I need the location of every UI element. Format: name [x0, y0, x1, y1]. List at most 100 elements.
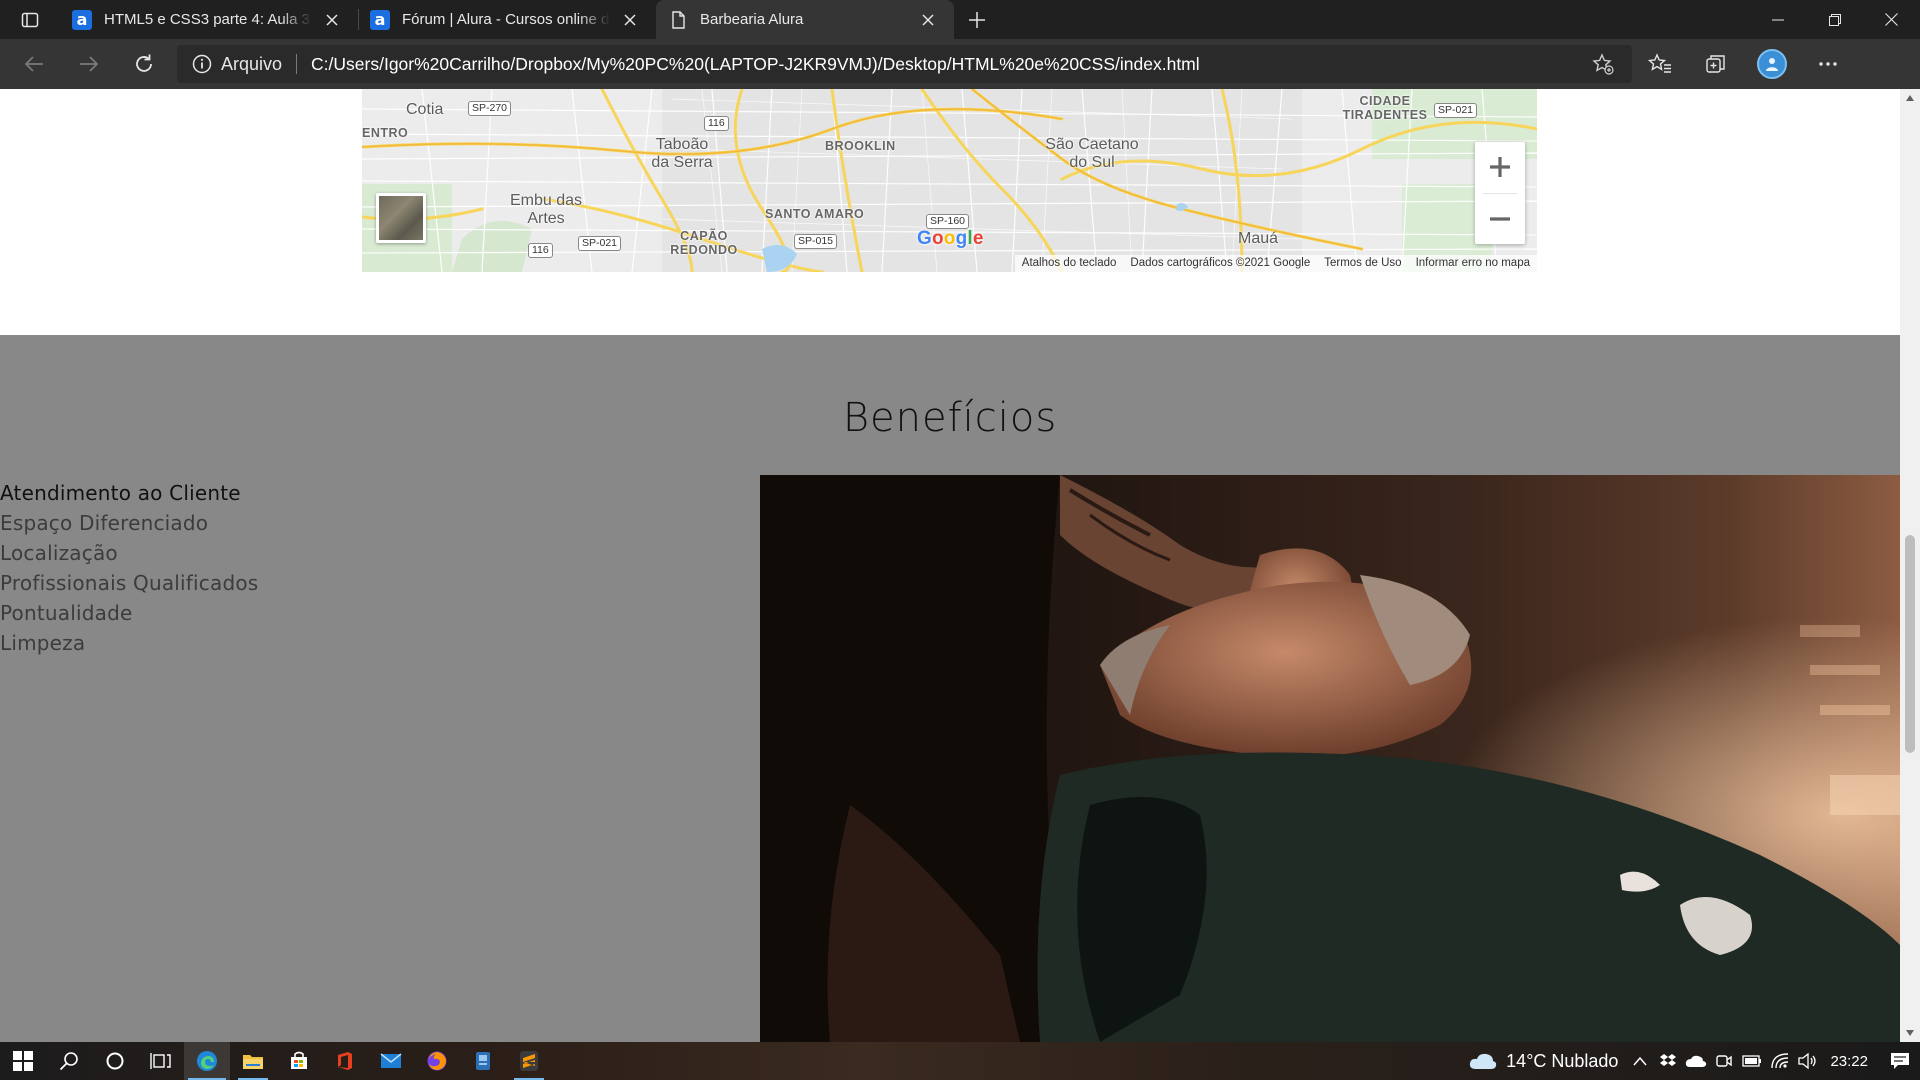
cortana-button[interactable] [92, 1042, 138, 1080]
back-button[interactable] [12, 46, 56, 82]
store-bag-icon [291, 1051, 307, 1069]
folder-icon [243, 1055, 263, 1069]
scroll-up-button[interactable] [1900, 89, 1920, 107]
keyboard-shortcuts-link[interactable]: Atalhos do teclado [1015, 255, 1124, 272]
taskbar-firefox[interactable] [414, 1042, 460, 1080]
search-button[interactable] [46, 1042, 92, 1080]
wifi-icon [1771, 1053, 1789, 1069]
scroll-thumb[interactable] [1905, 535, 1915, 753]
site-info-label[interactable]: Arquivo [221, 54, 282, 75]
show-hidden-icons-button[interactable] [1626, 1042, 1654, 1080]
report-error-link[interactable]: Informar erro no mapa [1409, 255, 1537, 272]
taskbar-file-explorer[interactable] [230, 1042, 276, 1080]
refresh-button[interactable] [122, 46, 166, 82]
google-logo: Google [917, 228, 984, 249]
system-tray: 14°C Nublado 23:22 [1460, 1042, 1920, 1080]
satellite-view-toggle[interactable] [376, 193, 426, 243]
close-tab-button[interactable] [618, 8, 642, 32]
zoom-in-button[interactable] [1475, 142, 1525, 192]
tab-html5-css3[interactable]: a HTML5 e CSS3 parte 4: Aula 3 - Ativida… [60, 0, 358, 39]
volume-tray-icon[interactable] [1794, 1042, 1822, 1080]
battery-tray-icon[interactable] [1738, 1042, 1766, 1080]
favorites-button[interactable] [1632, 44, 1688, 84]
close-icon [922, 13, 934, 26]
url-text[interactable]: C:/Users/Igor%20Carrilho/Dropbox/My%20PC… [311, 54, 1588, 75]
restore-button[interactable] [1806, 0, 1863, 39]
onedrive-tray-icon[interactable] [1682, 1042, 1710, 1080]
close-icon [1885, 13, 1898, 26]
profile-button[interactable] [1744, 44, 1800, 84]
battery-icon [1742, 1055, 1762, 1067]
add-favorite-button[interactable] [1588, 49, 1618, 79]
weather-widget[interactable]: 14°C Nublado [1460, 1051, 1626, 1072]
taskbar-app-blue[interactable] [460, 1042, 506, 1080]
window-controls [1749, 0, 1920, 39]
sublime-text-icon [520, 1051, 538, 1071]
alura-icon: a [370, 9, 390, 30]
taskbar-edge[interactable] [184, 1042, 230, 1080]
windows-logo-icon [13, 1051, 33, 1071]
close-tab-button[interactable] [916, 8, 940, 32]
close-tab-button[interactable] [320, 8, 344, 32]
dropbox-icon [1660, 1054, 1677, 1066]
forward-button[interactable] [67, 46, 111, 82]
chevron-up-icon [1633, 1056, 1648, 1066]
minimize-button[interactable] [1749, 0, 1806, 39]
new-tab-button[interactable] [954, 0, 1000, 39]
collections-button[interactable] [1688, 44, 1744, 84]
tab-forum-alura[interactable]: a Fórum | Alura - Cursos online de tecno… [358, 0, 656, 39]
taskbar-office[interactable] [322, 1042, 368, 1080]
restore-icon [1828, 13, 1841, 26]
triangle-up-icon [1906, 95, 1914, 101]
close-icon [326, 13, 338, 26]
zoom-out-button[interactable] [1475, 194, 1525, 244]
road-shield: SP-021 [1434, 103, 1478, 118]
road-shield: SP-015 [794, 234, 838, 249]
scroll-down-button[interactable] [1900, 1024, 1920, 1042]
speaker-icon [1798, 1053, 1817, 1069]
notifications-button[interactable] [1880, 1042, 1920, 1080]
settings-menu-button[interactable] [1800, 44, 1856, 84]
app-icon [476, 1052, 490, 1070]
more-horizontal-icon [1819, 62, 1837, 66]
meet-now-tray-icon[interactable] [1710, 1042, 1738, 1080]
tab-actions-button[interactable] [0, 0, 60, 39]
road-shield: SP-021 [578, 236, 622, 251]
map-place-label: BROOKLIN [825, 139, 896, 153]
tab-strip: a HTML5 e CSS3 parte 4: Aula 3 - Ativida… [0, 0, 1920, 39]
address-divider [296, 54, 298, 74]
map-place-label: Cotia [406, 101, 444, 118]
page-viewport: Cotia ENTRO Taboão da Serra BROOKLIN São… [0, 89, 1900, 1042]
start-button[interactable] [0, 1042, 46, 1080]
close-window-button[interactable] [1863, 0, 1920, 39]
google-map[interactable]: Cotia ENTRO Taboão da Serra BROOKLIN São… [362, 89, 1537, 272]
tab-actions-icon [21, 12, 39, 27]
benefit-item: Profissionais Qualificados [0, 571, 259, 595]
map-zoom-control [1475, 142, 1525, 244]
star-add-icon [1592, 53, 1614, 75]
dropbox-tray-icon[interactable] [1654, 1042, 1682, 1080]
notification-icon [1891, 1053, 1909, 1069]
taskbar-sublime-text[interactable] [506, 1042, 552, 1080]
clock[interactable]: 23:22 [1822, 1053, 1880, 1070]
road-shield: 116 [528, 243, 553, 258]
tab-barbearia-alura[interactable]: Barbearia Alura [656, 0, 954, 39]
address-bar[interactable]: Arquivo C:/Users/Igor%20Carrilho/Dropbox… [177, 45, 1632, 83]
onedrive-cloud-icon [1686, 1055, 1707, 1067]
map-footer: Atalhos do teclado Dados cartográficos ©… [1014, 255, 1537, 272]
tab-title: Barbearia Alura [700, 11, 804, 28]
map-place-label: São Caetano do Sul [1045, 136, 1139, 171]
wifi-tray-icon[interactable] [1766, 1042, 1794, 1080]
tab-title: Fórum | Alura - Cursos online de tecnolo… [402, 11, 610, 28]
task-view-button[interactable] [138, 1042, 184, 1080]
map-place-label: Embu das Artes [509, 192, 583, 227]
cloud-icon [1470, 1053, 1497, 1069]
page-scrollbar[interactable] [1900, 89, 1920, 1042]
plus-icon [1490, 157, 1510, 177]
taskbar-store[interactable] [276, 1042, 322, 1080]
benefit-item: Localização [0, 541, 118, 565]
refresh-icon [136, 54, 152, 72]
taskbar-mail[interactable] [368, 1042, 414, 1080]
info-icon[interactable] [191, 53, 213, 75]
terms-link[interactable]: Termos de Uso [1317, 255, 1408, 272]
